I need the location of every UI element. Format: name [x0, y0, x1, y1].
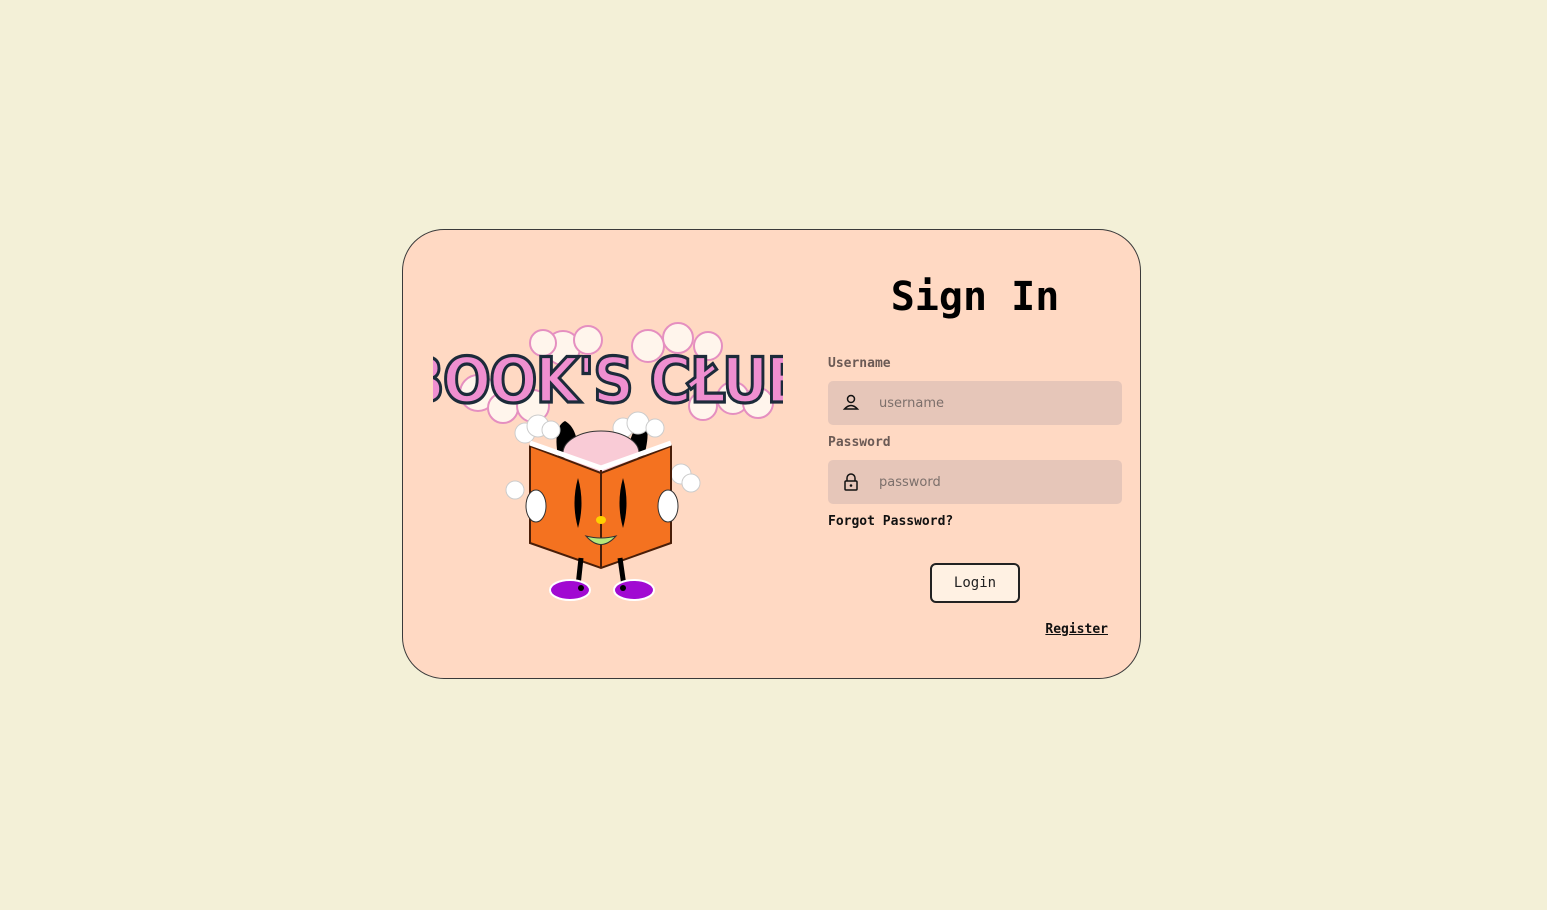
register-link[interactable]: Register [1045, 622, 1108, 637]
password-field[interactable] [828, 460, 1122, 504]
username-label: Username [828, 356, 891, 371]
books-club-illustration: BOOK'S CŁUB [433, 322, 783, 601]
logo-text: BOOK'S CŁUB [433, 345, 783, 418]
sign-in-form: Sign In Username Password Forgot Passwor… [828, 230, 1122, 678]
password-input[interactable] [879, 460, 1114, 504]
forgot-password-link[interactable]: Forgot Password? [828, 514, 953, 529]
login-card: BOOK'S CŁUB Sign In [402, 229, 1141, 679]
user-icon [842, 394, 860, 410]
lock-icon [844, 473, 858, 491]
page-title: Sign In [890, 274, 1060, 320]
username-input[interactable] [879, 381, 1114, 425]
password-label: Password [828, 435, 891, 450]
login-button[interactable]: Login [930, 563, 1020, 603]
username-field[interactable] [828, 381, 1122, 425]
